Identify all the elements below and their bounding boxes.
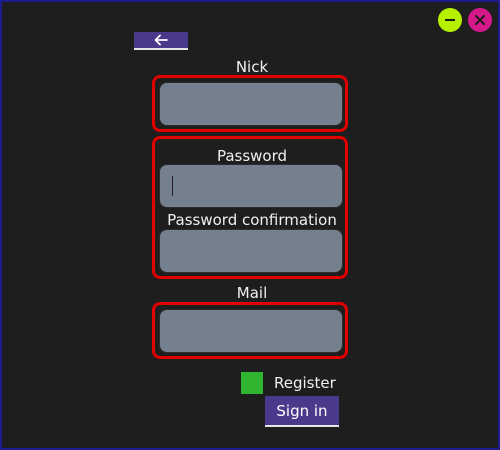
back-button[interactable]	[134, 32, 188, 50]
password-confirmation-input[interactable]	[159, 229, 343, 273]
nick-label: Nick	[235, 58, 269, 76]
text-caret	[172, 176, 173, 196]
close-button[interactable]	[468, 8, 492, 32]
mail-label: Mail	[236, 284, 268, 302]
password-input[interactable]	[159, 164, 343, 208]
register-checkbox[interactable]	[241, 372, 263, 394]
sign-in-button[interactable]: Sign in	[265, 396, 339, 427]
password-confirmation-label: Password confirmation	[167, 211, 337, 229]
arrow-left-icon	[154, 34, 168, 46]
minimize-button[interactable]	[438, 8, 462, 32]
password-label: Password	[216, 147, 288, 165]
mail-input[interactable]	[159, 309, 343, 353]
register-label[interactable]: Register	[274, 374, 336, 392]
nick-input[interactable]	[159, 82, 343, 126]
minus-icon	[445, 19, 455, 21]
x-icon	[475, 15, 485, 25]
login-window: Nick Password Password confirmation Mail…	[0, 0, 500, 450]
